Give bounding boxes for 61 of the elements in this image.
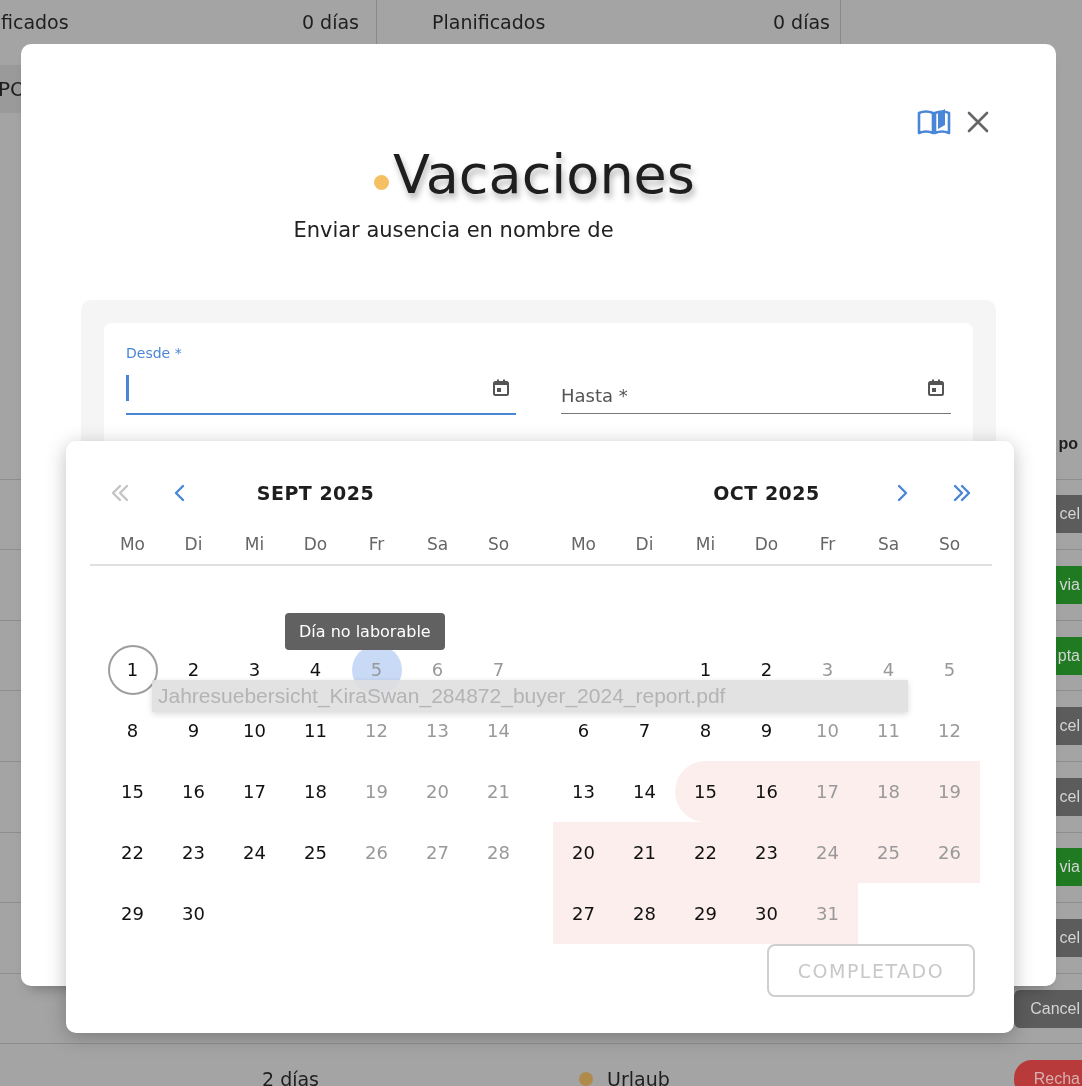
weekday-label: Mi xyxy=(244,534,265,554)
status-badge: Recha xyxy=(1014,1060,1082,1086)
weekday-label: Do xyxy=(754,534,779,554)
weekday-label: So xyxy=(487,534,510,554)
month-title: SEPT 2025 xyxy=(256,482,375,504)
calendar-day[interactable]: 17 xyxy=(229,766,280,817)
summary-label: ficados xyxy=(1,11,69,33)
weekday-label: Mi xyxy=(695,534,716,554)
calendar-day[interactable]: 29 xyxy=(680,888,731,939)
status-badge: Cancel xyxy=(1014,989,1082,1028)
weekday-label: Fr xyxy=(819,534,836,554)
weekday-label: Di xyxy=(635,534,654,554)
weekday-label: Mo xyxy=(570,534,597,554)
close-icon[interactable] xyxy=(966,110,990,134)
weekday-label: Fr xyxy=(368,534,385,554)
calendar-day[interactable]: 25 xyxy=(290,827,341,878)
column-heading: po xyxy=(1058,434,1079,453)
weekday-label: Sa xyxy=(426,534,449,554)
summary-value: 0 días xyxy=(302,11,359,33)
summary-label: Planificados xyxy=(432,11,546,33)
weekday-label: Mo xyxy=(119,534,146,554)
duration-text: 2 días xyxy=(262,1068,319,1086)
date-field[interactable]: Hasta * xyxy=(561,345,951,414)
calendar-day[interactable]: 15 xyxy=(107,766,158,817)
field-label: Hasta * xyxy=(561,385,628,406)
absence-type: Urlaub xyxy=(607,1068,670,1086)
dialog-subtitle: Enviar ausencia en nombre de xyxy=(293,218,614,242)
calendar-icon[interactable] xyxy=(926,378,946,398)
calendar-day[interactable]: 18 xyxy=(290,766,341,817)
calendar-day[interactable]: 30 xyxy=(741,888,792,939)
calendar-day[interactable]: 28 xyxy=(619,888,670,939)
text-cursor xyxy=(126,375,129,401)
weekday-label: Sa xyxy=(877,534,900,554)
calendar-day[interactable]: 14 xyxy=(619,766,670,817)
date-field[interactable]: Desde * xyxy=(126,345,516,415)
weekday-label: So xyxy=(938,534,961,554)
calendar-day[interactable]: 23 xyxy=(741,827,792,878)
calendar-day[interactable]: 24 xyxy=(229,827,280,878)
calendar-icon[interactable] xyxy=(491,378,511,398)
calendar-day[interactable]: 21 xyxy=(619,827,670,878)
type-dot xyxy=(579,1072,593,1086)
calendar-day[interactable]: 13 xyxy=(558,766,609,817)
weekday-label: Do xyxy=(303,534,328,554)
calendar-day[interactable]: 15 xyxy=(680,766,731,817)
calendar-day[interactable]: 16 xyxy=(741,766,792,817)
type-dot xyxy=(374,174,390,190)
calendar-day[interactable]: 20 xyxy=(558,827,609,878)
summary-value: 0 días xyxy=(773,11,830,33)
calendar-day[interactable]: 22 xyxy=(107,827,158,878)
calendar-day[interactable]: 27 xyxy=(558,888,609,939)
dialog-title: Vacaciones xyxy=(393,144,695,206)
calendar-day[interactable]: 29 xyxy=(107,888,158,939)
calendar-day[interactable]: 22 xyxy=(680,827,731,878)
calendar-day[interactable]: 23 xyxy=(168,827,219,878)
tooltip: Día no laborable xyxy=(285,613,445,650)
weekday-label: Di xyxy=(184,534,203,554)
book-icon[interactable] xyxy=(916,107,952,137)
month-title: OCT 2025 xyxy=(713,482,820,504)
field-label: Desde * xyxy=(126,345,182,361)
calendar-day[interactable]: 30 xyxy=(168,888,219,939)
calendar-day[interactable]: 16 xyxy=(168,766,219,817)
